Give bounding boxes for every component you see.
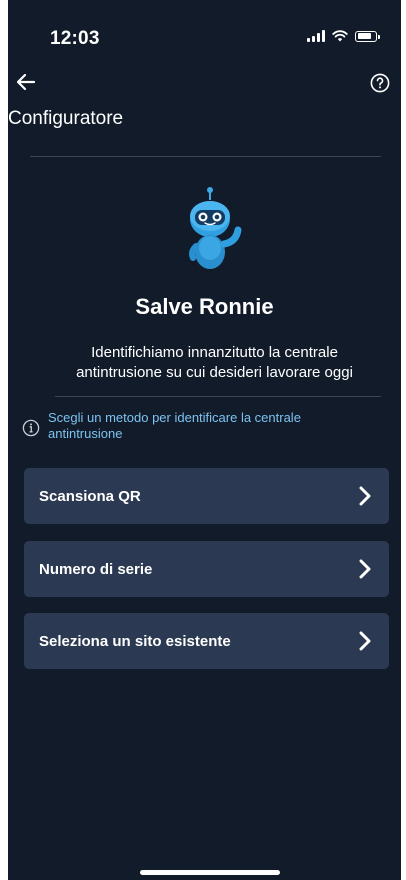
signal-icon xyxy=(307,30,325,42)
select-existing-site-button[interactable]: Seleziona un sito esistente xyxy=(24,613,389,669)
battery-icon xyxy=(355,30,380,42)
hint-message: Scegli un metodo per identificare la cen… xyxy=(22,410,371,442)
option-label: Numero di serie xyxy=(39,560,153,578)
intro-text: Identifichiamo innanzitutto la centrale … xyxy=(76,344,353,381)
status-bar: 12:03 xyxy=(8,0,401,60)
scan-qr-button[interactable]: Scansiona QR xyxy=(24,468,389,524)
help-button[interactable] xyxy=(365,68,395,98)
arrow-left-icon xyxy=(16,73,36,91)
serial-number-button[interactable]: Numero di serie xyxy=(24,541,389,597)
option-label: Scansiona QR xyxy=(39,487,141,505)
back-button[interactable] xyxy=(8,66,44,98)
status-icons xyxy=(307,30,380,42)
robot-avatar xyxy=(189,187,242,269)
home-indicator[interactable] xyxy=(140,870,280,875)
phone-frame: 12:03 Configuratore Salve Ronnie Identif… xyxy=(0,0,406,880)
header-divider xyxy=(30,156,381,157)
chevron-right-icon xyxy=(359,559,371,579)
app-screen: 12:03 Configuratore Salve Ronnie Identif… xyxy=(8,0,401,880)
question-circle-icon xyxy=(370,73,390,93)
option-label: Seleziona un sito esistente xyxy=(39,632,231,650)
wifi-icon xyxy=(332,30,348,42)
chevron-right-icon xyxy=(359,631,371,651)
greeting-title: Salve Ronnie xyxy=(135,294,274,319)
hint-text: Scegli un metodo per identificare la cen… xyxy=(48,410,301,441)
info-icon xyxy=(22,419,40,437)
intro-divider xyxy=(55,396,381,397)
page-title: Configuratore xyxy=(8,108,124,129)
chevron-right-icon xyxy=(359,486,371,506)
status-time: 12:03 xyxy=(50,28,100,49)
